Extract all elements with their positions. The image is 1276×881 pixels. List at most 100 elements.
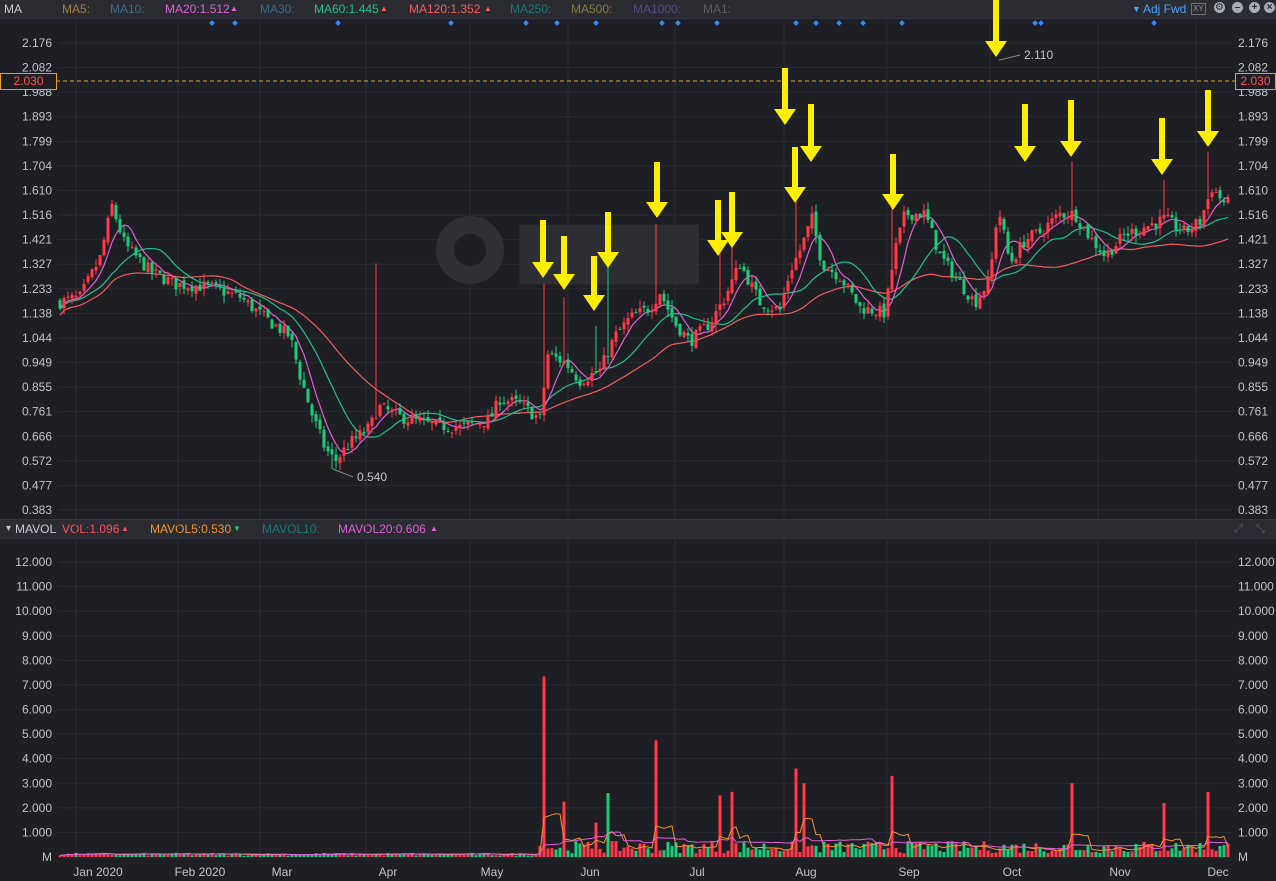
arrow-shaft [715,200,721,242]
candle-body [470,421,474,423]
volume-bar [778,851,782,857]
candle-body [234,290,238,293]
candle-body [150,262,154,273]
candle-body [1222,200,1226,203]
candle-body [986,276,990,294]
volume-bar [858,849,862,857]
volume-bar [618,850,622,857]
candle-body [302,379,306,388]
price-tick-label: 2.176 [22,36,52,50]
volume-bar [1122,850,1126,857]
candle-body [862,308,866,314]
volume-bar [842,852,846,857]
volume-bar [118,855,122,857]
volume-bar [670,846,674,857]
volume-bar [666,841,670,857]
volume-bar [1046,852,1050,857]
candle-body [562,360,566,365]
candle-body [162,275,166,284]
candle-body [822,260,826,271]
candle-body [382,403,386,405]
event-marker-dot [335,20,341,26]
price-tick-label: 1.233 [1238,282,1268,296]
candle-body [202,281,206,289]
volume-bar [318,855,322,857]
volume-bar [706,847,710,857]
annotation-arrow [985,0,1007,57]
arrow-shaft [561,236,567,276]
volume-bar [226,855,230,857]
volume-bar [738,852,742,857]
volume-tick-label: 2.000 [22,801,52,815]
volume-bar [730,791,734,857]
volume-bar [650,852,654,857]
candle-body [698,326,702,331]
volume-bar [1166,850,1170,857]
candle-body [826,269,830,272]
volume-bar [418,854,422,857]
candlestick-chart[interactable]: ▇▇▇▇ 2.176 2.1762.082 2.0821.988 1.9881.893… [0,0,1276,881]
volume-bar [766,849,770,857]
volume-bar [130,854,134,857]
volume-bar [558,847,562,857]
candle-body [330,449,334,455]
arrow-head [1151,159,1173,175]
event-markers [209,20,1157,26]
annotation-arrow [1197,90,1219,147]
candle-body [378,405,382,417]
volume-bar [1210,849,1214,857]
volume-bar [546,848,550,857]
candle-body [746,269,750,285]
candle-body [290,333,294,341]
candle-body [1206,199,1210,209]
event-marker-dot [1032,20,1038,26]
candle-body [906,210,910,216]
candle-body [818,234,822,261]
candle-body [186,288,190,291]
price-tick-label: 1.704 [1238,159,1268,173]
candle-body [834,272,838,280]
candle-body [570,368,574,373]
volume-bar [1110,851,1114,857]
event-marker-dot [860,20,866,26]
volume-bar [1090,852,1094,857]
candle-body [1022,241,1026,248]
volume-bar [922,849,926,857]
candle-body [422,418,426,420]
volume-bar [958,851,962,857]
volume-tick-label: M [1238,850,1248,864]
candle-body [310,404,314,416]
candle-body [1070,210,1074,220]
candle-body [714,311,718,325]
arrow-shaft [782,68,788,111]
volume-bar [970,847,974,857]
candle-body [1202,210,1206,226]
candle-body [334,454,338,461]
volume-bar [1042,851,1046,857]
candle-body [206,281,210,284]
volume-bar [166,854,170,857]
volume-bar [906,841,910,857]
time-tick-label: Dec [1207,865,1228,879]
volume-bar [462,854,466,857]
candle-body [786,280,790,292]
candle-body [410,416,414,424]
volume-bar [474,855,478,857]
candle-body [510,397,514,401]
volume-bar [1054,850,1058,857]
candle-body [730,279,734,293]
volume-bar [110,855,114,857]
candle-body [1102,250,1106,256]
candle-body [742,266,746,271]
arrow-shaft [540,220,546,264]
volume-bar [70,854,74,857]
event-marker-dot [1151,20,1157,26]
candle-body [494,400,498,419]
candle-body [722,303,726,306]
candle-body [1114,245,1118,254]
volume-bar [1030,851,1034,857]
high-leader-line [998,54,1021,61]
candle-body [86,276,90,282]
volume-bar [550,848,554,857]
price-tick-label: 1.893 [22,110,52,124]
